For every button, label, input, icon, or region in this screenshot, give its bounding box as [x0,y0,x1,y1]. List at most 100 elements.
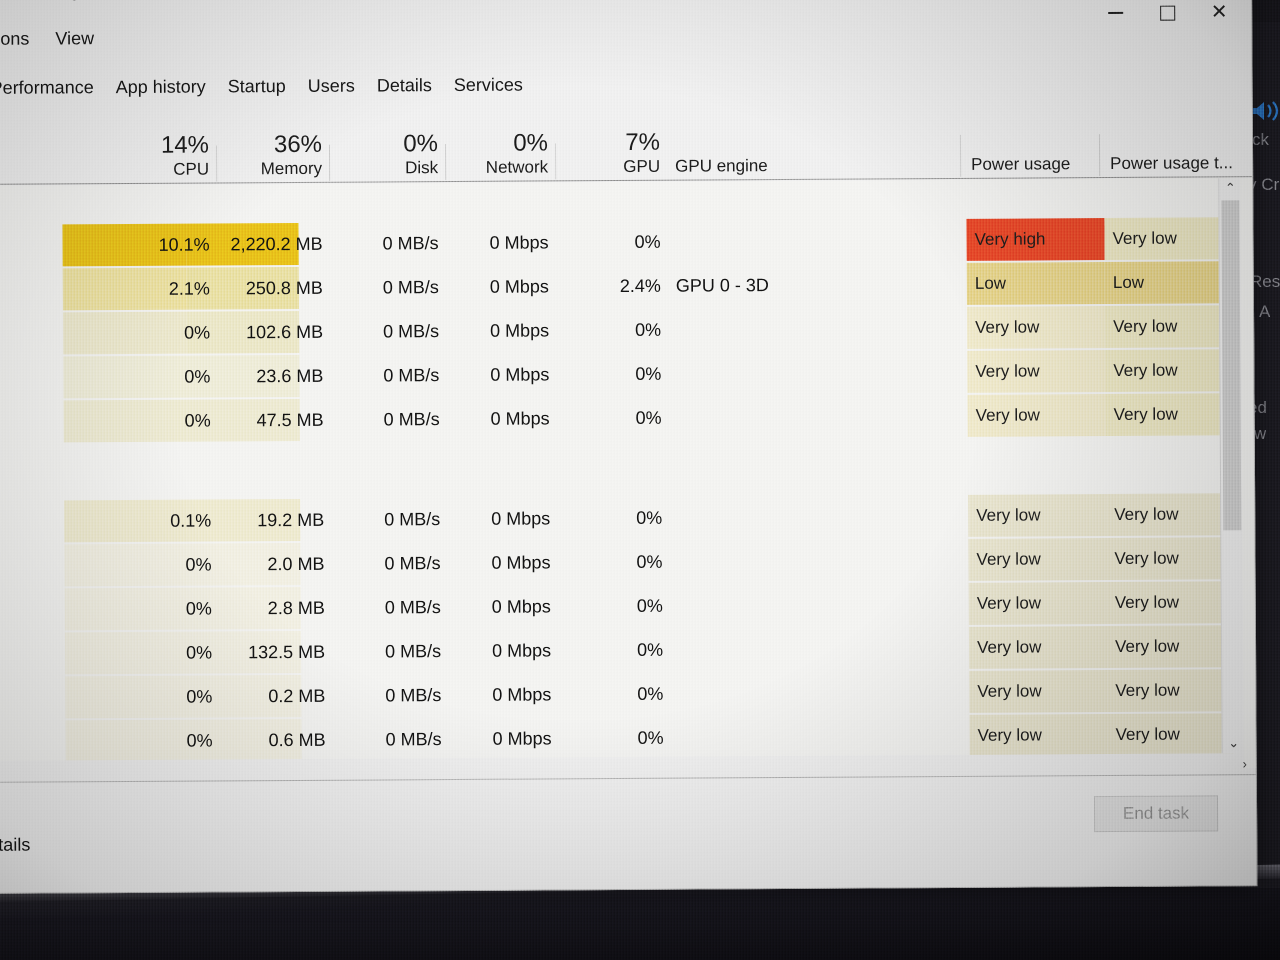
column-header-gpu[interactable]: 7% GPU [623,129,661,176]
scroll-right-button[interactable]: › [1234,753,1256,773]
column-header-gpu-engine[interactable]: GPU engine [675,156,768,176]
table-row[interactable]: 0% 47.5 MB 0 MB/s 0 Mbps 0% Very low Very low [0,393,1256,443]
cell-memory: 132.5 MB [247,641,326,663]
title-bar[interactable]: k Manager ✕ [0,0,1252,43]
cell-disk: 0 MB/s [384,509,441,530]
vertical-scrollbar[interactable]: ⌃ ⌄ [1218,178,1245,754]
tab-bar: ssesPerformanceApp historyStartupUsersDe… [0,68,523,105]
vertical-scrollbar-thumb[interactable] [1221,200,1242,531]
maximize-button[interactable] [1141,0,1193,30]
cell-power-usage: Very low [969,714,1108,757]
column-header-power-usage-t-[interactable]: Power usage t... [1110,153,1233,173]
cell-network: 0 Mbps [491,640,552,661]
tab-app-history[interactable]: App history [116,76,206,98]
cell-network: 0 Mbps [491,508,551,529]
task-manager-window: k Manager ✕ OptionsView ssesPerformanceA… [0,0,1258,894]
column-divider[interactable] [959,134,962,177]
cell-power-usage-trend: Very low [1107,669,1234,713]
table-row[interactable]: 0% 2.0 MB 0 MB/s 0 Mbps 0% Very low Very low [0,537,1257,587]
column-header-label: GPU [623,156,661,176]
cell-gpu: 0% [637,727,664,748]
tab-performance[interactable]: Performance [0,77,94,99]
column-header-disk[interactable]: 0% Disk [403,130,439,178]
table-row[interactable]: 0% 23.6 MB 0 MB/s 0 Mbps 0% Very low Very low [0,349,1255,399]
column-header-network[interactable]: 0% Network [486,130,549,177]
cell-network: 0 Mbps [492,728,552,749]
cell-gpu: 0% [635,319,662,340]
cell-power-usage: Very low [968,494,1107,537]
cell-gpu: 0% [635,363,662,384]
cell-power-usage: Very low [968,582,1107,625]
background-text-fragment: ck [1252,130,1269,149]
table-row[interactable]: 0% 2.8 MB 0 MB/s 0 Mbps 0% Very low Very low [0,581,1257,631]
cell-network: 0 Mbps [491,552,551,573]
tab-details[interactable]: Details [377,75,432,96]
column-divider[interactable] [1098,134,1101,177]
cell-network: 0 Mbps [490,408,550,429]
column-header-value: 0% [403,130,439,158]
cell-gpu: 2.4% [619,275,661,296]
end-task-button[interactable]: End task [1093,795,1219,833]
process-table-body: 10.1% 2,220.2 MB 0 MB/s 0 Mbps 0% Very high Ve… [0,178,1258,776]
cell-memory: 2.0 MB [267,553,325,575]
cell-power-usage-trend: Very low [1106,493,1233,537]
close-button[interactable]: ✕ [1193,0,1245,29]
cell-disk: 0 MB/s [383,409,440,430]
cell-cpu: 0% [185,642,213,663]
cell-memory: 23.6 MB [256,365,324,387]
tab-users[interactable]: Users [308,75,355,96]
cell-cpu: 10.1% [158,234,210,255]
cell-cpu: 0% [185,554,212,575]
tab-services[interactable]: Services [454,74,523,95]
cell-network: 0 Mbps [489,232,549,253]
menu-item-view[interactable]: View [55,28,94,49]
cell-power-usage: Very low [969,670,1108,713]
window-title: k Manager [7,0,97,3]
cell-gpu: 0% [636,551,663,572]
column-divider[interactable] [215,145,218,182]
fewer-details-button[interactable]: wer details [0,835,30,857]
cell-cpu: 0% [184,366,211,387]
scroll-down-button[interactable]: ⌄ [1223,733,1245,753]
cell-gpu: 0% [637,683,664,704]
column-divider[interactable] [444,144,447,181]
cell-gpu: 0% [636,639,664,660]
cell-memory: 19.2 MB [257,509,325,531]
tab-startup[interactable]: Startup [228,76,286,97]
table-row[interactable]: 0% 132.5 MB 0 MB/s 0 Mbps 0% Very low Very low [0,625,1257,675]
table-row[interactable]: 2.1% 250.8 MB 0 MB/s 0 Mbps 2.4% GPU 0 - 3D Lo… [0,261,1255,311]
table-row[interactable]: 0% 102.6 MB 0 MB/s 0 Mbps 0% Very low Very low [0,305,1255,355]
table-row[interactable]: 0.1% 19.2 MB 0 MB/s 0 Mbps 0% Very low Very lo… [0,493,1256,543]
menu-item-options[interactable]: Options [0,28,29,49]
cell-network: 0 Mbps [492,684,552,705]
column-header-value: 14% [160,131,210,159]
cell-disk: 0 MB/s [382,277,439,298]
table-row[interactable]: 10.1% 2,220.2 MB 0 MB/s 0 Mbps 0% Very high Ve… [0,217,1255,267]
cell-network: 0 Mbps [489,276,549,297]
column-header-label: Power usage t... [1110,153,1234,173]
column-header-power-usage[interactable]: Power usage [971,154,1070,174]
cell-cpu: 0% [184,322,211,343]
cell-power-usage-trend: Very low [1104,217,1231,261]
column-divider[interactable] [554,143,557,180]
cell-power-usage: Very low [967,350,1106,393]
column-header-cpu[interactable]: 14% CPU [160,131,210,179]
column-header-label: Memory [260,158,323,179]
column-divider[interactable] [328,144,331,181]
background-text-fragment: Res [1250,272,1280,291]
monitor-bezel-edge [0,888,1280,960]
scroll-up-button[interactable]: ⌃ [1219,178,1241,198]
cell-cpu: 0% [186,730,213,751]
table-row[interactable]: 0% 0.2 MB 0 MB/s 0 Mbps 0% Very low Very low [0,669,1257,719]
cell-cpu: 2.1% [168,278,210,299]
cell-disk: 0 MB/s [382,233,439,254]
cell-memory: 47.5 MB [256,409,324,431]
column-header-memory[interactable]: 36% Memory [260,131,323,179]
window-controls: ✕ [1089,0,1245,30]
minimize-button[interactable] [1089,0,1141,30]
cell-disk: 0 MB/s [384,641,442,662]
cell-power-usage: Very low [967,394,1106,437]
cell-power-usage-trend: Very low [1105,393,1232,437]
column-header-label: Disk [404,158,439,178]
cell-power-usage-trend: Very low [1106,625,1234,669]
